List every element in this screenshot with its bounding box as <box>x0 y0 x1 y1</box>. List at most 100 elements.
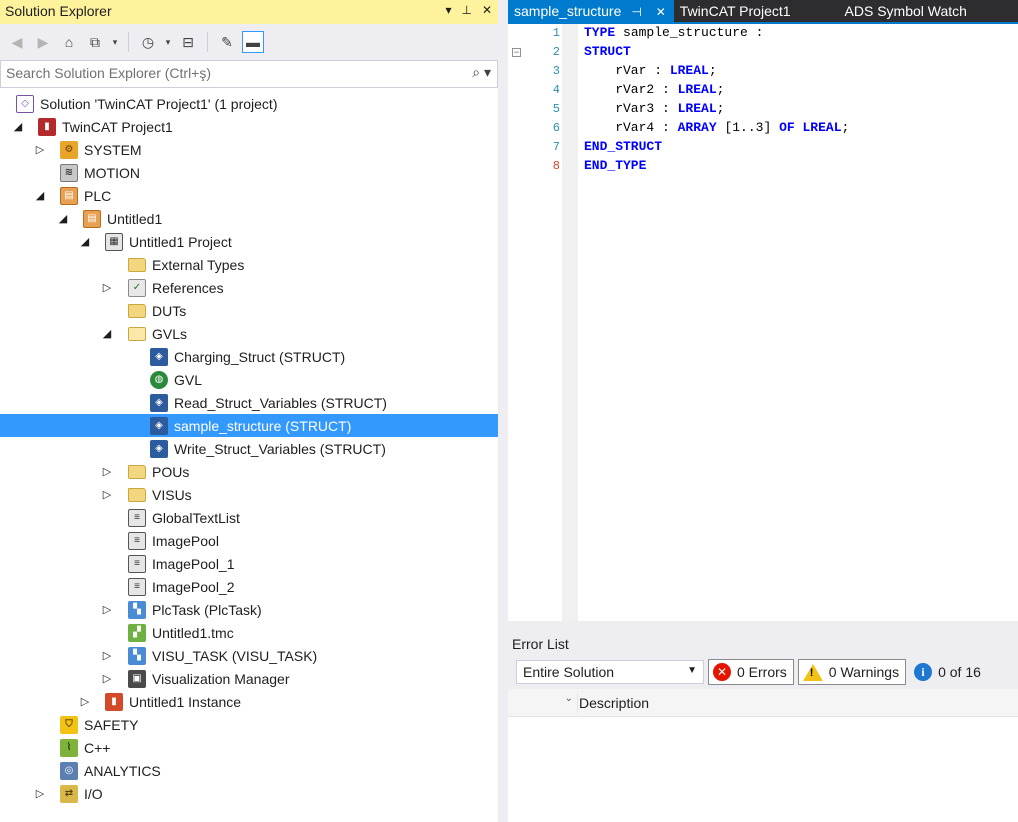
tree-item-untitled1-instance[interactable]: ▷ ▮ Untitled1 Instance <box>0 690 498 713</box>
tree-item-gvls[interactable]: ◢ GVLs <box>0 322 498 345</box>
keyword: STRUCT <box>584 44 631 59</box>
tab-twincat-project1[interactable]: TwinCAT Project1 <box>674 0 799 22</box>
tree-item-imagepool[interactable]: ≡ ImagePool <box>0 529 498 552</box>
tree-item-plctask-plctask[interactable]: ▷ ▚ PlcTask (PlcTask) <box>0 598 498 621</box>
collapsed-arrow-icon[interactable]: ▷ <box>34 143 46 157</box>
expanded-arrow-icon[interactable]: ◢ <box>34 189 46 203</box>
collapsed-arrow-icon[interactable]: ▷ <box>101 488 113 502</box>
tree-item-label: Untitled1 Project <box>129 233 232 250</box>
tree-item-sample-structure-struct[interactable]: ◈ sample_structure (STRUCT) <box>0 414 498 437</box>
panel-divider[interactable] <box>508 621 1018 631</box>
tree-item-solution-twincat-project1-1-project[interactable]: ◇ Solution 'TwinCAT Project1' (1 project) <box>0 92 498 115</box>
tree-item-references[interactable]: ▷ ✓ References <box>0 276 498 299</box>
folder-icon <box>128 303 146 318</box>
tree-item-imagepool-2[interactable]: ≡ ImagePool_2 <box>0 575 498 598</box>
io-icon: ⇄ <box>60 784 78 803</box>
tree-item-label: C++ <box>84 739 111 756</box>
expanded-arrow-icon[interactable]: ◢ <box>101 327 113 341</box>
tree-item-visu-task-visu-task[interactable]: ▷ ▚ VISU_TASK (VISU_TASK) <box>0 644 498 667</box>
code-editor[interactable]: 1 2 3 4 5 6 7 8 − TYPE sample_structure … <box>508 24 1018 621</box>
tree-item-external-types[interactable]: External Types <box>0 253 498 276</box>
collapsed-arrow-icon[interactable]: ▷ <box>101 603 113 617</box>
tree-item-plc[interactable]: ◢ ▤ PLC <box>0 184 498 207</box>
errors-filter-button[interactable]: ✕ 0 Errors <box>708 659 794 685</box>
tree-item-charging-struct-struct[interactable]: ◈ Charging_Struct (STRUCT) <box>0 345 498 368</box>
tree-item-visualization-manager[interactable]: ▷ ▣ Visualization Manager <box>0 667 498 690</box>
collapsed-arrow-icon[interactable]: ▷ <box>101 465 113 479</box>
tree-item-untitled1[interactable]: ◢ ▤ Untitled1 <box>0 207 498 230</box>
sort-column-header[interactable]: ⌄ <box>544 693 578 713</box>
tree-item-pous[interactable]: ▷ POUs <box>0 460 498 483</box>
warnings-filter-button[interactable]: ! 0 Warnings <box>797 659 907 685</box>
fold-collapse-icon[interactable]: − <box>512 48 521 57</box>
switch-views-icon[interactable]: ⧉ <box>84 31 106 53</box>
system-icon: ⚙ <box>60 140 78 159</box>
window-position-dropdown-icon[interactable]: ▾ <box>445 3 451 17</box>
collapsed-arrow-icon[interactable]: ▷ <box>79 695 91 709</box>
tree-item-safety[interactable]: ⛉ SAFETY <box>0 713 498 736</box>
scope-dropdown[interactable]: Entire Solution ▼ <box>516 660 704 684</box>
document-icon: ≡ <box>128 577 146 596</box>
collapsed-arrow-icon[interactable]: ▷ <box>101 649 113 663</box>
keyword: END_STRUCT <box>584 139 663 154</box>
keyword: END_TYPE <box>584 158 647 173</box>
forward-icon[interactable]: ▶ <box>32 31 54 53</box>
folder-icon <box>128 464 146 479</box>
tree-item-write-struct-variables-struct[interactable]: ◈ Write_Struct_Variables (STRUCT) <box>0 437 498 460</box>
collapsed-arrow-icon[interactable]: ▷ <box>101 672 113 686</box>
tree-item-read-struct-variables-struct[interactable]: ◈ Read_Struct_Variables (STRUCT) <box>0 391 498 414</box>
collapsed-arrow-icon[interactable]: ▷ <box>101 281 113 295</box>
motion-icon: ≋ <box>60 163 78 182</box>
tree-item-c[interactable]: ⌇ C++ <box>0 736 498 759</box>
panel-splitter[interactable] <box>498 0 508 822</box>
keyword: OF <box>779 120 795 135</box>
folder-icon <box>128 257 146 272</box>
tree-item-label: ANALYTICS <box>84 762 161 779</box>
tree-item-duts[interactable]: DUTs <box>0 299 498 322</box>
collapsed-arrow-icon[interactable]: ▷ <box>34 787 46 801</box>
tree-item-globaltextlist[interactable]: ≡ GlobalTextList <box>0 506 498 529</box>
search-input[interactable]: Search Solution Explorer (Ctrl+ş) ⌕ ▾ <box>0 60 498 88</box>
warning-icon: ! <box>802 663 823 681</box>
collapse-all-icon[interactable]: ⊟ <box>177 31 199 53</box>
tree-item-untitled1-tmc[interactable]: ▞ Untitled1.tmc <box>0 621 498 644</box>
terminator: ; <box>716 101 725 116</box>
line-number: 8 <box>552 159 560 173</box>
pin-icon[interactable]: ⊣ <box>631 5 641 19</box>
expanded-arrow-icon[interactable]: ◢ <box>12 120 24 134</box>
tab-ads-symbol-watch[interactable]: ADS Symbol Watch <box>839 0 975 22</box>
tree-item-visus[interactable]: ▷ VISUs <box>0 483 498 506</box>
messages-count: 0 of 16 <box>938 664 981 680</box>
tree-item-i-o[interactable]: ▷ ⇄ I/O <box>0 782 498 805</box>
switch-views-dropdown-icon[interactable]: ▾ <box>110 31 120 53</box>
search-icon[interactable]: ⌕ ▾ <box>472 64 491 81</box>
auto-hide-pin-icon[interactable]: ⊥ <box>461 3 471 17</box>
tree-item-twincat-project1[interactable]: ◢ ▮ TwinCAT Project1 <box>0 115 498 138</box>
line-number: 4 <box>552 83 560 97</box>
tab-label: ADS Symbol Watch <box>844 3 967 19</box>
tree-item-gvl[interactable]: ◍ GVL <box>0 368 498 391</box>
preview-selected-items-icon[interactable]: ▬ <box>242 31 264 53</box>
messages-filter-button[interactable]: i 0 of 16 <box>910 663 981 681</box>
column-description[interactable]: Description <box>579 695 649 711</box>
search-placeholder: Search Solution Explorer (Ctrl+ş) <box>6 65 212 81</box>
plc-icon: ▤ <box>60 186 78 205</box>
tab-label: sample_structure <box>514 3 622 19</box>
back-icon[interactable]: ◀ <box>6 31 28 53</box>
expanded-arrow-icon[interactable]: ◢ <box>57 212 69 226</box>
tree-item-imagepool-1[interactable]: ≡ ImagePool_1 <box>0 552 498 575</box>
close-tab-icon[interactable]: ✕ <box>656 5 666 19</box>
close-icon[interactable]: ✕ <box>482 3 492 17</box>
tree-item-motion[interactable]: ≋ MOTION <box>0 161 498 184</box>
tree-item-analytics[interactable]: ◎ ANALYTICS <box>0 759 498 782</box>
properties-wrench-icon[interactable]: ✎ <box>216 31 238 53</box>
expanded-arrow-icon[interactable]: ◢ <box>79 235 91 249</box>
error-list-title-bar: Error List <box>508 631 1018 655</box>
error-list-column-header: ⌄ Description <box>508 689 1018 717</box>
pending-changes-filter-icon[interactable]: ◷ <box>137 31 159 53</box>
filter-dropdown-icon[interactable]: ▾ <box>163 31 173 53</box>
tree-item-untitled1-project[interactable]: ◢ ▦ Untitled1 Project <box>0 230 498 253</box>
tab-sample-structure[interactable]: sample_structure ⊣ ✕ <box>508 0 674 22</box>
tree-item-system[interactable]: ▷ ⚙ SYSTEM <box>0 138 498 161</box>
home-icon[interactable]: ⌂ <box>58 31 80 53</box>
